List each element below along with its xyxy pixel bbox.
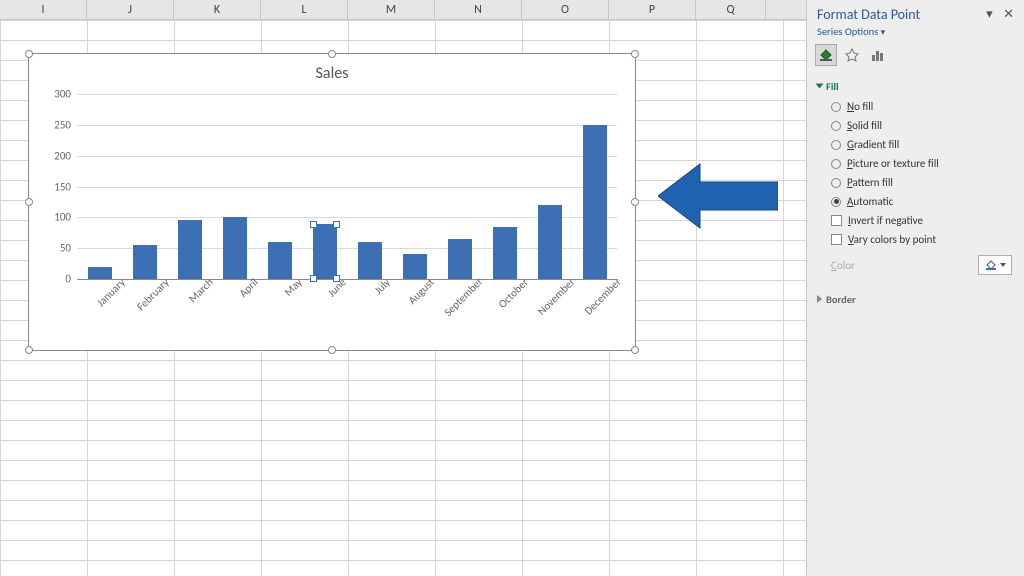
bar[interactable] <box>493 227 517 279</box>
fill-section-header[interactable]: Fill <box>817 76 1014 97</box>
bar[interactable] <box>223 217 247 279</box>
col-header[interactable]: N <box>435 0 522 19</box>
fill-line-tab-icon[interactable] <box>815 44 837 66</box>
col-header[interactable]: Q <box>696 0 766 19</box>
y-tick-label: 200 <box>37 149 77 162</box>
pane-title: Format Data Point <box>817 6 920 23</box>
bar[interactable] <box>583 125 607 279</box>
pattern-fill-radio[interactable]: Pattern fill <box>817 173 1014 192</box>
vary-colors-checkbox[interactable]: Vary colors by point <box>817 230 1014 249</box>
bar-series[interactable] <box>77 94 617 279</box>
y-tick-label: 300 <box>37 88 77 101</box>
y-tick-label: 100 <box>37 211 77 224</box>
bar[interactable] <box>88 267 112 279</box>
col-header[interactable]: I <box>0 0 87 19</box>
series-options-dropdown[interactable]: Series Options ▾ <box>807 25 1024 44</box>
invert-if-negative-checkbox[interactable]: Invert if negative <box>817 211 1014 230</box>
border-section-header[interactable]: Border <box>817 289 1014 310</box>
color-picker-button[interactable] <box>978 255 1012 275</box>
bar[interactable] <box>538 205 562 279</box>
bar[interactable] <box>403 254 427 279</box>
col-header[interactable]: P <box>609 0 696 19</box>
data-point-handle[interactable] <box>310 221 317 228</box>
close-icon[interactable]: ✕ <box>1003 7 1014 22</box>
x-axis-labels: JanuaryFebruaryMarchAprilMayJuneJulyAugu… <box>77 282 617 342</box>
picture-fill-radio[interactable]: Picture or texture fill <box>817 154 1014 173</box>
y-tick-label: 150 <box>37 180 77 193</box>
gradient-fill-radio[interactable]: Gradient fill <box>817 135 1014 154</box>
col-header[interactable]: J <box>87 0 174 19</box>
col-header[interactable]: O <box>522 0 609 19</box>
col-header[interactable]: K <box>174 0 261 19</box>
bar[interactable] <box>268 242 292 279</box>
data-point-handle[interactable] <box>333 221 340 228</box>
y-tick-label: 50 <box>37 242 77 255</box>
chevron-down-icon <box>1000 263 1006 267</box>
y-tick-label: 250 <box>37 118 77 131</box>
series-options-tab-icon[interactable] <box>867 44 889 66</box>
y-tick-label: 0 <box>37 273 77 286</box>
bar[interactable] <box>358 242 382 279</box>
no-fill-radio[interactable]: No fill <box>817 97 1014 116</box>
color-label: Color <box>831 259 855 272</box>
col-header[interactable]: M <box>348 0 435 19</box>
data-point-handle[interactable] <box>310 275 317 282</box>
chart-object[interactable]: Sales 050100150200250300 JanuaryFebruary… <box>28 53 636 351</box>
bar[interactable] <box>448 239 472 279</box>
bar[interactable] <box>133 245 157 279</box>
bar[interactable] <box>178 220 202 279</box>
effects-tab-icon[interactable] <box>841 44 863 66</box>
chart-title[interactable]: Sales <box>29 54 635 87</box>
pane-options-icon[interactable]: ▾ <box>986 7 993 22</box>
arrow-icon <box>658 160 778 232</box>
automatic-radio[interactable]: Automatic <box>817 192 1014 211</box>
bar[interactable] <box>313 224 337 280</box>
plot-area[interactable]: 050100150200250300 <box>77 94 617 279</box>
solid-fill-radio[interactable]: Solid fill <box>817 116 1014 135</box>
col-header[interactable]: L <box>261 0 348 19</box>
format-pane: Format Data Point ▾ ✕ Series Options ▾ F… <box>806 0 1024 576</box>
paint-bucket-icon <box>985 259 997 271</box>
